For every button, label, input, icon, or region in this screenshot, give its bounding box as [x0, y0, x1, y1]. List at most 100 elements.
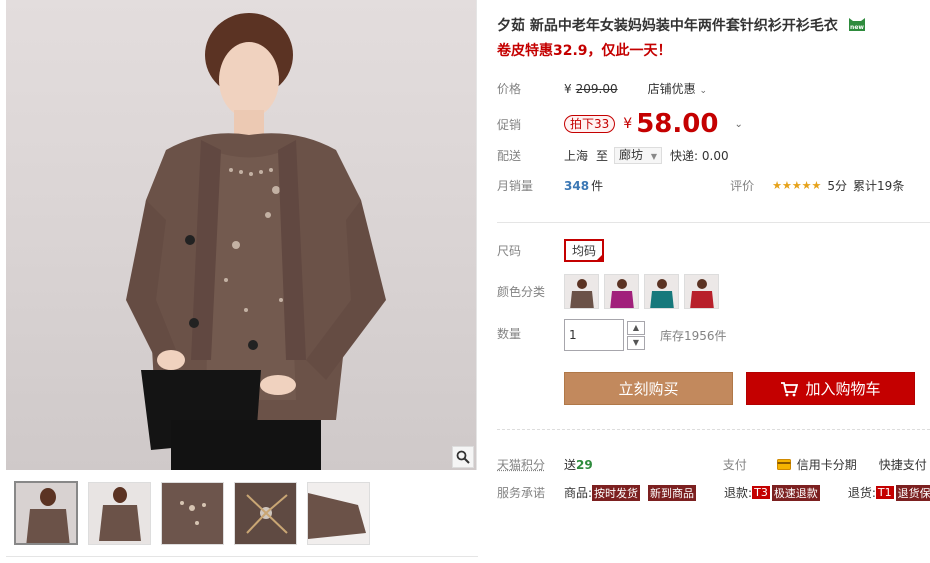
points-label[interactable]: 天猫积分 — [497, 456, 564, 473]
thumbnail-3[interactable] — [161, 482, 224, 545]
divider — [6, 556, 478, 557]
swatch-image — [565, 275, 598, 308]
quantity-value: 1 — [569, 328, 577, 342]
thumbnail-image — [235, 483, 296, 544]
price-currency: ¥ — [564, 81, 572, 96]
main-product-image[interactable] — [6, 0, 477, 470]
color-row: 颜色分类 — [497, 274, 724, 309]
zoom-button[interactable] — [452, 446, 474, 468]
product-info: 夕茹 新品中老年女装妈妈装中年两件套针织衫开衫毛衣 new 卷皮特惠32.9，仅… — [478, 0, 930, 563]
add-to-cart-button[interactable]: 加入购物车 — [746, 372, 915, 405]
swatch-image — [685, 275, 718, 308]
promo-subtitle: 卷皮特惠32.9，仅此一天！ — [497, 43, 672, 59]
rating-score: 5分 — [827, 179, 848, 193]
quantity-label: 数量 — [497, 327, 522, 341]
swatch-image — [645, 275, 678, 308]
add-to-cart-label: 加入购物车 — [805, 380, 881, 398]
color-swatch-red[interactable] — [684, 274, 719, 309]
delivery-to-word: 至 — [596, 149, 609, 163]
size-option-selected[interactable]: 均码 — [564, 239, 605, 262]
model-photo — [126, 13, 386, 470]
selected-corner-icon — [595, 253, 605, 262]
thumbnail-image — [162, 483, 223, 544]
buy-now-button[interactable]: 立刻购买 — [564, 372, 733, 405]
express-pay[interactable]: 快捷支付 — [879, 456, 927, 473]
color-swatch-magenta[interactable] — [604, 274, 639, 309]
thumbnail-image — [16, 483, 76, 543]
chevron-down-icon: ▼ — [632, 338, 640, 347]
promo-label: 促销 — [497, 117, 522, 132]
points-prefix: 送 — [564, 458, 577, 472]
service-tag-ontime[interactable]: 按时发货 — [592, 484, 641, 501]
original-price: 209.00 — [575, 81, 618, 96]
thumbnail-1[interactable] — [14, 481, 78, 545]
refund-badge: T3 — [752, 486, 770, 499]
color-swatch-teal[interactable] — [644, 274, 679, 309]
quantity-increase-button[interactable]: ▲ — [627, 320, 645, 335]
rating-label: 评价 — [730, 179, 755, 193]
return-tag[interactable]: 退货保 — [895, 484, 930, 501]
thumbnail-5[interactable] — [307, 482, 370, 545]
product-gallery — [0, 0, 478, 563]
new-badge-text: new — [850, 24, 864, 31]
credit-card-icon — [776, 459, 791, 470]
sales-count: 348 — [564, 178, 590, 193]
swatch-image — [605, 275, 638, 308]
store-discount-dropdown[interactable]: 店铺优惠 ⌄ — [648, 80, 707, 97]
destination-select[interactable]: 廊坊 ▼ — [614, 147, 663, 164]
color-swatch-brown[interactable] — [564, 274, 599, 309]
delivery-row: 配送 上海 至 廊坊 ▼ 快递: 0.00 — [497, 147, 729, 164]
chevron-down-icon: ⌄ — [699, 86, 708, 96]
destination-value: 廊坊 — [619, 148, 644, 162]
caret-down-icon: ▼ — [650, 152, 658, 161]
thumbnail-strip — [14, 481, 370, 545]
size-row: 尺码 均码 — [497, 239, 605, 262]
product-title: 夕茹 新品中老年女装妈妈装中年两件套针织衫开衫毛衣 new — [497, 15, 866, 37]
service-goods-prefix: 商品: — [564, 486, 593, 500]
quantity-input[interactable]: 1 — [564, 319, 624, 351]
service-tag-new[interactable]: 新到商品 — [648, 484, 697, 501]
stock-count: 库存1956件 — [660, 328, 727, 343]
points-value: 29 — [576, 457, 593, 472]
magnifier-icon — [456, 450, 470, 464]
service-label: 服务承诺 — [497, 486, 546, 500]
return-prefix: 退货: — [847, 486, 876, 500]
delivery-fee: 快递: 0.00 — [670, 149, 729, 163]
size-label: 尺码 — [497, 244, 522, 258]
store-discount-label: 店铺优惠 — [647, 82, 696, 96]
product-title-text: 夕茹 新品中老年女装妈妈装中年两件套针织衫开衫毛衣 — [497, 18, 838, 34]
promo-row: 促销 拍下33 ¥ 58.00 ⌄ — [497, 109, 743, 139]
product-page: 夕茹 新品中老年女装妈妈装中年两件套针织衫开衫毛衣 new 卷皮特惠32.9，仅… — [0, 0, 930, 563]
divider — [497, 222, 930, 223]
quantity-stepper: ▲ ▼ — [627, 320, 645, 350]
chevron-up-icon: ▲ — [632, 323, 640, 332]
quantity-decrease-button[interactable]: ▼ — [627, 335, 645, 350]
promo-currency: ¥ — [623, 116, 633, 132]
color-label: 颜色分类 — [497, 285, 546, 299]
promo-tag: 拍下33 — [564, 115, 616, 133]
divider — [497, 429, 930, 430]
refund-tag[interactable]: 极速退款 — [771, 484, 820, 501]
service-row: 服务承诺 商品: 按时发货 新到商品 退款: T3 极速退款 退货: T1 退货… — [497, 484, 930, 501]
rating-stars: ★★★★★ — [772, 179, 822, 192]
cat-new-icon: new — [848, 18, 865, 31]
review-count-link[interactable]: 累计19条 — [853, 177, 904, 194]
refund-prefix: 退款: — [724, 486, 753, 500]
thumbnail-image — [89, 483, 150, 544]
quantity-row: 数量 1 ▲ ▼ 库存1956件 — [497, 319, 727, 351]
price-label: 价格 — [497, 82, 522, 96]
sales-label: 月销量 — [497, 179, 534, 193]
credit-installment[interactable]: 信用卡分期 — [776, 456, 857, 473]
delivery-from: 上海 — [564, 149, 589, 163]
thumbnail-image — [308, 483, 369, 544]
price-row: 价格 ¥ 209.00 店铺优惠 ⌄ — [497, 80, 707, 97]
thumbnail-2[interactable] — [88, 482, 151, 545]
sales-row: 月销量 348 件 评价 ★★★★★ 5分 累计19条 — [497, 177, 904, 194]
cart-icon — [781, 381, 799, 396]
chevron-down-icon[interactable]: ⌄ — [734, 119, 742, 130]
new-badge-icon: new — [848, 15, 866, 37]
thumbnail-4[interactable] — [234, 482, 297, 545]
buy-now-label: 立刻购买 — [618, 380, 679, 398]
payment-label: 支付 — [722, 458, 747, 472]
credit-installment-label: 信用卡分期 — [796, 458, 857, 472]
